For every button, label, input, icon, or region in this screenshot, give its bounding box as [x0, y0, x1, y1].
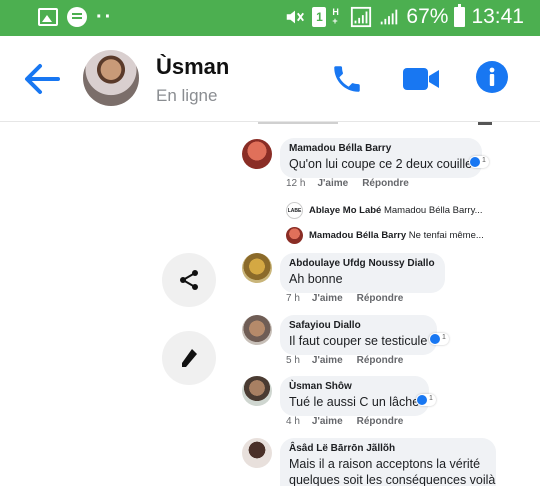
comment-bubble: Mamadou Bélla Barry Qu'on lui coupe ce 2… [280, 138, 483, 178]
battery-icon [454, 4, 466, 27]
signal-icon [351, 6, 372, 28]
system-icons: 1 H + 67% 13:41 [284, 4, 524, 29]
reply-action: Répondre [356, 355, 404, 366]
commenter-name: Mamadou Bélla Barry [289, 143, 392, 154]
like-action: J'aime [311, 293, 343, 304]
like-reaction-icon [430, 334, 440, 344]
mute-icon [287, 10, 305, 24]
like-reaction-icon [417, 395, 427, 405]
commenter-avatar [242, 438, 272, 468]
reply-item: Mamadou Bélla Barry Ne tenfai même... [286, 227, 484, 244]
reaction-badge: 1 [416, 394, 436, 406]
like-action: J'aime [311, 355, 343, 366]
comment-bubble: Safayiou Diallo Il faut couper se testic… [280, 315, 438, 355]
comment-actions: 12 h J'aime Répondre [286, 178, 409, 189]
reaction-badge: 1 [429, 333, 449, 345]
clock: 13:41 [471, 5, 524, 28]
reply-text: Ne tenfai même... [408, 230, 484, 241]
commenter-avatar [242, 315, 272, 345]
comment-actions: 4 h J'aime Répondre [286, 416, 404, 427]
reply-author: Ablaye Mo Labé [309, 205, 382, 216]
pencil-icon [182, 349, 197, 367]
like-reaction-icon [470, 157, 480, 167]
sim-icon: 1 [312, 7, 327, 27]
more-notifications-icon: ·· [96, 6, 114, 28]
comment-bubble: Âsâd Lë Bārrōn Jãllõh Mais il a raison a… [280, 438, 496, 486]
edit-button[interactable] [162, 331, 216, 385]
reply-author: Mamadou Bélla Barry [309, 230, 407, 241]
labe-logo: LABE [286, 202, 303, 219]
reaction-badge: 1 [469, 156, 489, 168]
share-icon [180, 270, 198, 290]
share-button[interactable] [162, 253, 216, 307]
commenter-name: Ùsman Shôw [289, 381, 352, 392]
video-call-icon[interactable] [401, 63, 441, 95]
reply-text: Mamadou Bélla Barry... [383, 205, 483, 216]
comment-text-line-1: Mais il a raison acceptons la vérité [289, 457, 481, 471]
reply-avatar [286, 227, 303, 244]
commenter-avatar [242, 139, 272, 169]
chat-header: Ùsman En ligne [0, 36, 540, 122]
like-action: J'aime [317, 178, 349, 189]
contact-avatar[interactable] [83, 50, 139, 106]
comment-text: Il faut couper se testicule [289, 334, 428, 348]
comment-text: Qu'on lui coupe ce 2 deux couille [289, 157, 473, 171]
comment-actions: 5 h J'aime Répondre [286, 355, 404, 366]
commenter-name: Safayiou Diallo [289, 320, 361, 331]
comment-bubble: Abdoulaye Ufdg Noussy Diallo Ah bonne [280, 253, 445, 293]
reply-action: Répondre [356, 293, 404, 304]
reply-action: Répondre [362, 178, 409, 189]
reply-item: LABE Ablaye Mo Labé Mamadou Bélla Barry.… [286, 202, 483, 219]
contact-status: En ligne [156, 86, 218, 105]
comment-text: Ah bonne [289, 272, 343, 286]
shared-image[interactable]: Mamadou Bélla Barry Qu'on lui coupe ce 2… [0, 122, 540, 486]
commenter-name: Âsâd Lë Bārrōn Jãllõh [289, 443, 396, 454]
data-type-icon: H + [332, 7, 339, 26]
commenter-name: Abdoulaye Ufdg Noussy Diallo [289, 258, 435, 269]
image-top-edge [258, 122, 492, 125]
commenter-avatar [242, 253, 272, 283]
image-notification-icon [38, 8, 58, 26]
reply-action: Répondre [356, 416, 404, 427]
status-bar: ·· 1 H + 67% 13:41 [0, 0, 540, 36]
contact-name[interactable]: Ùsman [156, 54, 229, 80]
signal-2-icon [381, 9, 398, 25]
phone-call-icon[interactable] [330, 62, 364, 96]
commenter-avatar [242, 376, 272, 406]
comment-bubble: Ùsman Shôw Tué le aussi C un lâche [280, 376, 430, 416]
comment-actions: 7 h J'aime Répondre [286, 293, 404, 304]
battery-percent: 67% [406, 5, 449, 28]
info-icon[interactable] [475, 60, 509, 94]
comment-text: Tué le aussi C un lâche [289, 395, 420, 409]
comment-text-line-2: quelques soit les conséquences voilà [289, 473, 496, 486]
back-arrow-icon[interactable] [22, 61, 62, 97]
notification-icons: ·· [38, 7, 113, 27]
like-action: J'aime [311, 416, 343, 427]
message-notification-icon [67, 7, 87, 27]
